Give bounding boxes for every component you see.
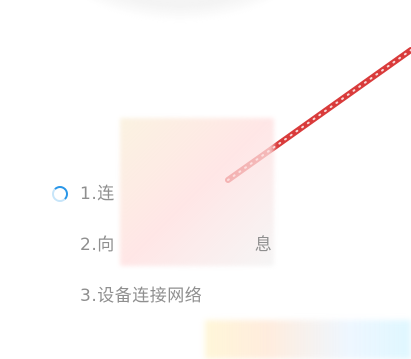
step-2-label: 2.向 [80, 235, 115, 255]
spinner-icon [52, 186, 68, 202]
step-2: 2.向 息 [52, 233, 372, 257]
step-1-label: 1.连 [80, 184, 115, 204]
step-3: 3.设备连接网络 [52, 284, 372, 308]
step-1: 1.连 [52, 182, 372, 206]
step-2-label-suffix: 息 [254, 235, 273, 255]
connection-steps: 1.连 2.向 息 3.设备连接网络 [52, 182, 372, 335]
step-3-label: 3.设备连接网络 [80, 286, 203, 306]
device-glow [50, 0, 310, 20]
